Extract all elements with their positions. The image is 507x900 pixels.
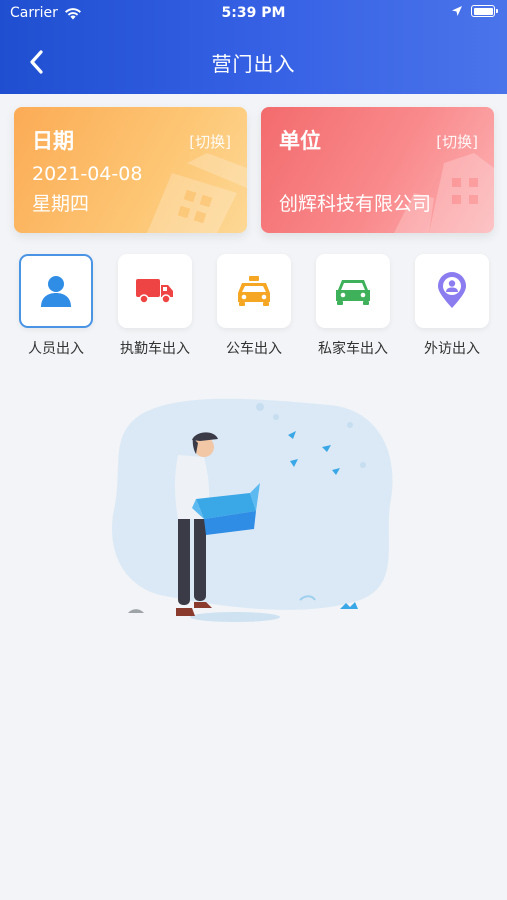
company-name: 创辉科技有限公司 [279, 193, 432, 215]
page-title: 营门出入 [211, 52, 296, 76]
menu-icon-box [316, 254, 390, 328]
app-header: Carrier 5:39 PM 营门出入 [0, 0, 507, 94]
unit-card-title: 单位 [279, 129, 321, 153]
menu-item-private-car[interactable]: 私家车出入 [315, 254, 391, 358]
building-decoration-icon [147, 153, 247, 233]
menu-label: 公车出入 [226, 341, 282, 357]
menu-label: 外访出入 [424, 341, 480, 357]
empty-state-illustration [112, 398, 393, 622]
menu-item-personnel[interactable]: 人员出入 [18, 254, 94, 358]
menu-label: 执勤车出入 [120, 341, 190, 357]
menu-item-visitor[interactable]: 外访出入 [414, 254, 490, 358]
menu-icon-box [415, 254, 489, 328]
status-time: 5:39 PM [221, 5, 286, 21]
location-arrow-icon [452, 6, 462, 16]
weekday-value: 星期四 [32, 193, 90, 215]
unit-card[interactable]: 单位 [切换] 创辉科技有限公司 [261, 107, 494, 233]
menu-icon-box [19, 254, 93, 328]
menu-icon-box [217, 254, 291, 328]
menu-label: 人员出入 [28, 341, 84, 357]
menu-item-official-car[interactable]: 公车出入 [216, 254, 292, 358]
unit-switch-button[interactable]: [切换] [436, 131, 478, 152]
date-value: 2021-04-08 [32, 163, 143, 185]
person-icon [41, 276, 71, 307]
location-person-icon [438, 272, 466, 308]
car-icon [336, 280, 370, 305]
date-switch-button[interactable]: [切换] [189, 131, 231, 152]
nav-bar: 营门出入 [0, 40, 507, 84]
truck-icon [136, 279, 173, 304]
taxi-icon [238, 276, 270, 306]
date-card[interactable]: 日期 [切换] 2021-04-08 星期四 [14, 107, 247, 233]
status-bar: Carrier 5:39 PM [0, 0, 507, 28]
menu-icon-box [118, 254, 192, 328]
menu-item-duty-vehicle[interactable]: 执勤车出入 [117, 254, 193, 358]
battery-icon [471, 5, 498, 17]
status-right [451, 5, 498, 17]
menu-label: 私家车出入 [318, 341, 388, 357]
date-card-title: 日期 [32, 129, 74, 153]
